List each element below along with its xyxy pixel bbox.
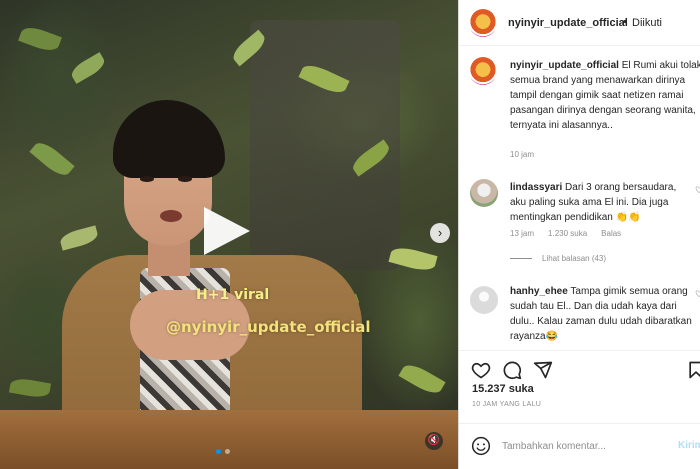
bookmark-icon[interactable] [686, 360, 700, 380]
caption: nyinyir_update_official El Rumi akui tol… [510, 58, 700, 133]
comments-list[interactable]: nyinyir_update_official El Rumi akui tol… [459, 47, 700, 349]
comment-likes[interactable]: 1.230 suka [548, 229, 587, 238]
comment-time: 13 jam [510, 229, 535, 238]
following-button[interactable]: Diikuti [632, 17, 662, 29]
comment-username[interactable]: lindassyari [510, 182, 562, 193]
post-comment-button[interactable]: Kirim [678, 440, 700, 451]
comment-like-icon[interactable]: ♡ [695, 185, 700, 196]
post-side-panel: nyinyir_update_official • Diikuti nyinyi… [458, 0, 700, 469]
caption-time: 10 jam [510, 150, 535, 159]
next-arrow-icon[interactable]: › [430, 223, 450, 243]
replies-divider [510, 258, 532, 259]
foliage [29, 137, 75, 181]
carousel-dots [216, 449, 230, 454]
post-actions [459, 350, 700, 382]
person-hair [113, 100, 225, 178]
author-username[interactable]: nyinyir_update_official [508, 17, 628, 29]
like-count[interactable]: 15.237 suka [472, 383, 534, 395]
foliage [398, 360, 446, 398]
foliage [8, 376, 52, 400]
mute-icon[interactable]: 🔇 [425, 432, 443, 450]
heart-icon[interactable] [471, 360, 491, 380]
comment-meta: 13 jam 1.230 suka Balas [510, 229, 621, 238]
person-eye [178, 176, 192, 182]
caption-meta: 10 jam [510, 150, 534, 159]
person-eye [140, 176, 154, 182]
post-media-video[interactable]: H+1 viral @nyinyir_update_official › 🔇 [0, 0, 458, 469]
commenter-avatar[interactable] [470, 179, 498, 207]
caption-username[interactable]: nyinyir_update_official [510, 60, 619, 71]
comment-icon[interactable] [502, 360, 522, 380]
foliage [18, 23, 62, 55]
video-caption-line-2: @nyinyir_update_official [166, 318, 371, 336]
commenter-avatar[interactable] [470, 286, 498, 314]
post-timestamp: 10 JAM YANG LALU [472, 401, 542, 408]
post-header: nyinyir_update_official • Diikuti [459, 0, 700, 46]
view-replies[interactable]: Lihat balasan (43) [510, 254, 606, 263]
author-avatar[interactable] [469, 9, 497, 37]
video-caption-line-1: H+1 viral [196, 287, 270, 303]
comment-username[interactable]: hanhy_ehee [510, 286, 568, 297]
comment-item: lindassyari Dari 3 orang bersaudara, aku… [510, 180, 695, 225]
share-icon[interactable] [533, 360, 553, 380]
comment-like-icon[interactable]: ♡ [695, 289, 700, 300]
play-icon[interactable] [204, 207, 250, 255]
carousel-dot-active [216, 449, 221, 454]
view-replies-label[interactable]: Lihat balasan (43) [542, 254, 606, 263]
reply-button[interactable]: Balas [601, 229, 621, 238]
header-separator: • [623, 16, 627, 28]
foliage [68, 52, 108, 84]
foliage [58, 225, 100, 251]
caption-avatar[interactable] [469, 57, 497, 85]
person-mouth [160, 210, 182, 222]
comment-input[interactable] [502, 436, 662, 456]
add-comment-bar: Kirim [459, 423, 700, 469]
emoji-icon[interactable] [471, 436, 491, 456]
comment-item: hanhy_ehee Tampa gimik semua orang sudah… [510, 284, 695, 344]
wooden-table [0, 410, 458, 469]
carousel-dot [225, 449, 230, 454]
foliage [388, 244, 438, 274]
